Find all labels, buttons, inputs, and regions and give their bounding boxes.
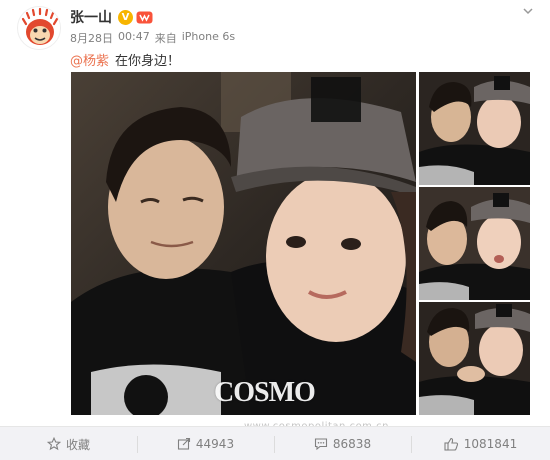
- author-name[interactable]: 张一山: [70, 7, 112, 27]
- post-time: 00:47: [118, 30, 150, 43]
- author-line: 张一山 V: [70, 8, 153, 26]
- comment-count: 86838: [332, 437, 372, 451]
- action-bar: 收藏 44943 86838 1081841: [0, 426, 550, 460]
- collect-button[interactable]: 收藏: [0, 427, 137, 460]
- thumb-selfie-3: [419, 302, 530, 415]
- weibo-post: 张一山 V 8月28日 00:47 来自 iPhone 6s @杨紫 在你身边！: [0, 0, 550, 460]
- like-button[interactable]: 1081841: [411, 427, 550, 460]
- post-meta: 8月28日 00:47 来自 iPhone 6s: [70, 30, 235, 46]
- post-text: @杨紫 在你身边！: [70, 50, 180, 69]
- collect-label: 收藏: [65, 437, 90, 452]
- thumb-selfie-1: [419, 72, 530, 185]
- thumbnail-photo[interactable]: [419, 302, 530, 415]
- monkey-avatar-icon: [19, 7, 60, 49]
- comment-button[interactable]: 86838: [274, 427, 411, 460]
- like-icon: [444, 437, 458, 451]
- repost-button[interactable]: 44943: [137, 427, 274, 460]
- cosmo-watermark: COSMO: [214, 377, 316, 408]
- selfie-photo: [71, 72, 416, 415]
- mention-link[interactable]: @杨紫: [70, 50, 109, 69]
- like-count: 1081841: [463, 437, 518, 451]
- star-icon: [46, 437, 61, 451]
- main-photo[interactable]: COSMO: [71, 72, 416, 415]
- repost-icon: [177, 437, 190, 450]
- repost-count: 44943: [195, 437, 235, 451]
- post-date[interactable]: 8月28日: [70, 30, 113, 46]
- vip-icon[interactable]: V: [118, 9, 133, 25]
- thumbnail-photo[interactable]: [419, 72, 530, 185]
- comment-icon: [314, 438, 327, 451]
- source-prefix: 来自: [154, 32, 177, 45]
- member-icon[interactable]: [136, 10, 153, 25]
- thumbnail-photo[interactable]: [419, 187, 530, 300]
- chevron-down-icon[interactable]: [521, 4, 535, 18]
- post-body: 在你身边！: [115, 54, 181, 69]
- thumb-selfie-2: [419, 187, 530, 300]
- post-source: iPhone 6s: [181, 30, 236, 43]
- avatar[interactable]: [17, 6, 61, 50]
